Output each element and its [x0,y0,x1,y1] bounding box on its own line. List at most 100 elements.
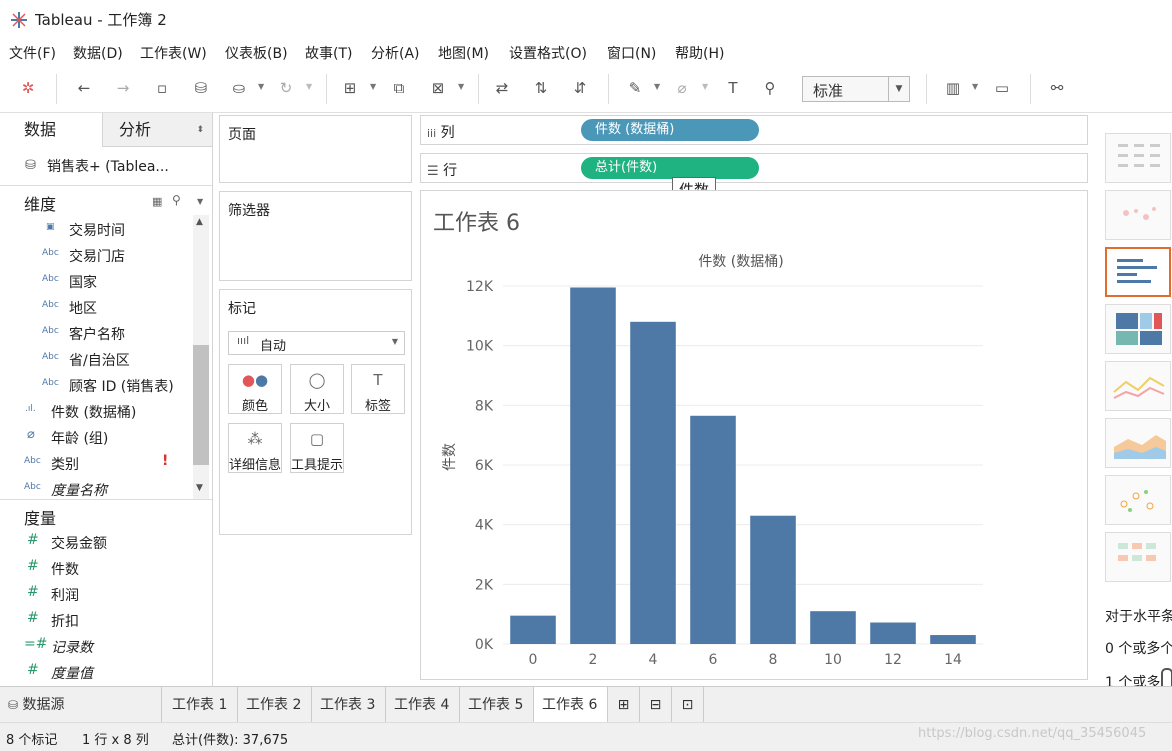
scroll-up-icon[interactable]: ▲ [196,217,203,227]
tab-sheet-6[interactable]: 工作表 6 [534,687,608,723]
size-button[interactable]: ◯ 大小 [290,364,344,414]
chevron-down-icon[interactable]: ▼ [702,82,708,91]
chevron-down-icon[interactable]: ▼ [197,197,203,206]
field-item[interactable]: # 交易金额 [0,530,190,556]
refresh-icon[interactable]: ↻ [276,78,296,98]
chevron-down-icon[interactable]: ▼ [972,82,978,91]
rows-pill[interactable]: 总计(件数) [581,157,759,179]
columns-shelf[interactable]: iii 列 件数 (数据桶) [420,115,1088,145]
showme-area[interactable] [1105,418,1171,468]
fix-axes-icon[interactable]: ⚲ [760,78,780,98]
menu-format[interactable]: 设置格式(O) [509,43,587,63]
showme-treemap[interactable] [1105,304,1171,354]
search-icon[interactable]: ⚲ [172,193,181,207]
field-item[interactable]: .ıl. 件数 (数据桶) [0,399,190,425]
tab-data[interactable]: 数据 [0,113,102,147]
tab-datasource[interactable]: ⛁ 数据源 [0,687,162,723]
bar[interactable] [510,615,556,644]
clear-sheet-icon[interactable]: ⊠ [428,78,448,98]
chevron-down-icon[interactable]: ▼ [392,337,398,346]
field-item[interactable]: # 度量值 [0,660,190,686]
sort-descending-icon[interactable]: ⇵ [570,78,590,98]
presentation-mode-icon[interactable]: ▭ [992,78,1012,98]
swap-rows-columns-icon[interactable]: ⇄ [492,78,512,98]
field-item[interactable]: # 折扣 [0,608,190,634]
tab-sheet-3[interactable]: 工作表 3 [312,687,386,723]
bar[interactable] [930,635,976,644]
group-members-icon[interactable]: ⌀ [672,78,692,98]
showme-line[interactable] [1105,361,1171,411]
pages-card[interactable]: 页面 [219,115,412,183]
duplicate-sheet-icon[interactable]: ⧉ [389,78,409,98]
menu-file[interactable]: 文件(F) [9,43,56,63]
menu-dashboard[interactable]: 仪表板(B) [225,43,288,63]
field-item[interactable]: # 利润 [0,582,190,608]
menu-worksheet[interactable]: 工作表(W) [140,43,207,63]
menu-analysis[interactable]: 分析(A) [371,43,420,63]
field-item[interactable]: ⌀ 年龄 (组) [0,425,190,451]
tab-sheet-1[interactable]: 工作表 1 [164,687,238,723]
field-item[interactable]: Abc 客户名称 [0,321,190,347]
showme-scatter[interactable] [1105,475,1171,525]
new-worksheet-icon[interactable]: ⊞ [340,78,360,98]
field-item[interactable]: Abc 度量名称 [0,477,190,499]
new-worksheet-tab-icon[interactable]: ⊞ [608,687,640,723]
detail-button[interactable]: ⁂ 详细信息 [228,423,282,473]
datasource-item[interactable]: ⛁ 销售表+ (Tablea... [0,151,212,181]
chevron-down-icon[interactable]: ▼ [306,82,312,91]
showme-highlight-table[interactable] [1105,532,1171,582]
pause-updates-icon[interactable]: ⛀ [229,78,249,98]
scrollbar-thumb[interactable] [193,345,209,465]
field-item[interactable]: # 件数 [0,556,190,582]
show-labels-icon[interactable]: T [723,78,743,98]
scroll-down-icon[interactable]: ▼ [196,483,203,493]
color-button[interactable]: ●● 颜色 [228,364,282,414]
save-icon[interactable]: ▫ [152,78,172,98]
showme-map[interactable] [1105,190,1171,240]
field-item[interactable]: Abc 国家 [0,269,190,295]
menu-help[interactable]: 帮助(H) [675,43,724,63]
sort-ascending-icon[interactable]: ⇅ [531,78,551,98]
chevron-down-icon[interactable]: ▼ [888,77,909,101]
undo-icon[interactable]: ← [74,78,94,98]
showme-horizontal-bar[interactable] [1105,247,1171,297]
view-toggle-icon[interactable]: ▦ [152,195,162,208]
bar[interactable] [630,321,676,644]
menu-data[interactable]: 数据(D) [73,43,123,63]
chevron-down-icon[interactable]: ▼ [258,82,264,91]
tooltip-button[interactable]: ▢ 工具提示 [290,423,344,473]
mark-type-select[interactable]: ıııl 自动 ▼ [228,331,405,355]
tab-sheet-5[interactable]: 工作表 5 [460,687,534,723]
share-icon[interactable]: ⚯ [1047,78,1067,98]
tab-analysis[interactable]: 分析 ⬍ [102,113,212,147]
field-item[interactable]: Abc 类别 ! [0,451,190,477]
rows-shelf[interactable]: ☰ 行 总计(件数) [420,153,1088,183]
field-item[interactable]: Abc 顾客 ID (销售表) [0,373,190,399]
new-datasource-icon[interactable]: ⛁ [191,78,211,98]
menu-story[interactable]: 故事(T) [305,43,352,63]
show-cards-icon[interactable]: ▥ [943,78,963,98]
menu-window[interactable]: 窗口(N) [607,43,656,63]
highlight-icon[interactable]: ✎ [625,78,645,98]
bar[interactable] [750,515,796,644]
chevron-down-icon[interactable]: ▼ [370,82,376,91]
menu-map[interactable]: 地图(M) [438,43,489,63]
field-item[interactable]: Abc 地区 [0,295,190,321]
chevron-down-icon[interactable]: ▼ [458,82,464,91]
bar[interactable] [690,415,736,644]
chevron-down-icon[interactable]: ▼ [654,82,660,91]
bar[interactable] [810,611,856,644]
field-item[interactable]: Abc 省/自治区 [0,347,190,373]
columns-pill[interactable]: 件数 (数据桶) [581,119,759,141]
fit-mode-select[interactable]: 标准 ▼ [802,76,910,102]
filters-card[interactable]: 筛选器 [219,191,412,281]
redo-icon[interactable]: → [113,78,133,98]
tableau-home-icon[interactable]: ✲ [18,78,38,98]
field-item[interactable]: Abc 交易门店 [0,243,190,269]
field-item[interactable]: =# 记录数 [0,634,190,660]
showme-text-table[interactable] [1105,133,1171,183]
bar[interactable] [570,287,616,644]
tab-sheet-4[interactable]: 工作表 4 [386,687,460,723]
new-story-tab-icon[interactable]: ⊡ [672,687,704,723]
label-button[interactable]: T 标签 [351,364,405,414]
